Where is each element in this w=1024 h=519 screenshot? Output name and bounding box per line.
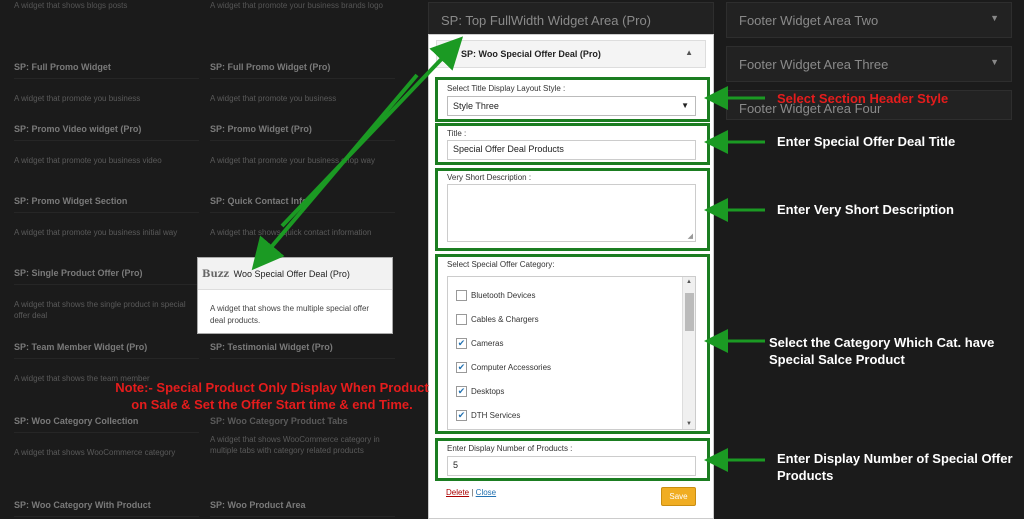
annotation-header-style: Select Section Header Style — [777, 91, 949, 106]
annotation-arrows — [251, 36, 765, 472]
arrow-to-popup — [251, 73, 419, 271]
annotation-description: Enter Very Short Description — [777, 202, 954, 217]
annotation-category: Select the Category Which Cat. have Spec… — [769, 335, 995, 367]
annotation-number: Enter Display Number of Special Offer Pr… — [777, 451, 1013, 483]
annotation-title: Enter Special Offer Deal Title — [777, 134, 956, 149]
annotation-note: Note:- Special Product Only Display When… — [115, 380, 429, 412]
